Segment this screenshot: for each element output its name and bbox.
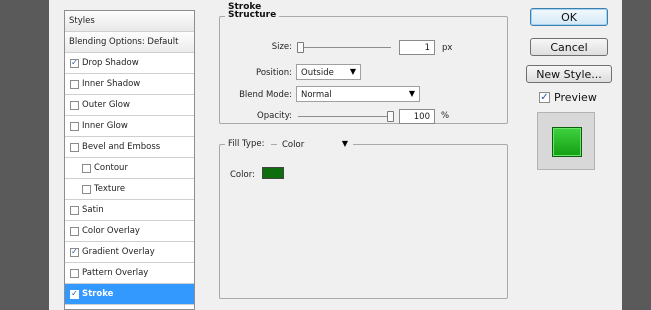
list-item-label: Bevel and Emboss	[82, 142, 161, 152]
gradient-overlay-checkbox[interactable]: ✓	[70, 247, 79, 257]
stroke-checkbox[interactable]: ✓	[70, 289, 79, 299]
list-item-contour[interactable]: Contour	[65, 158, 194, 179]
opacity-unit: %	[441, 111, 450, 121]
list-item-label: Texture	[94, 184, 126, 194]
chevron-down-icon: ▼	[408, 89, 415, 98]
list-item-color-overlay[interactable]: Color Overlay	[65, 221, 194, 242]
outer-glow-checkbox[interactable]	[70, 100, 79, 110]
preview-thumbnail	[537, 112, 595, 170]
list-item-label: Gradient Overlay	[82, 247, 155, 257]
color-label: Color:	[230, 170, 255, 180]
list-item-label: Stroke	[82, 289, 114, 299]
position-label: Position:	[256, 68, 292, 78]
preview-swatch	[552, 127, 582, 157]
inner-glow-checkbox[interactable]	[70, 121, 79, 131]
list-item-satin[interactable]: Satin	[65, 200, 194, 221]
size-label: Size:	[271, 42, 292, 52]
styles-list: Styles Blending Options: Default ✓ Drop …	[64, 10, 195, 310]
fill-type-dropdown-value: Color	[282, 140, 305, 150]
list-item-drop-shadow[interactable]: ✓ Drop Shadow	[65, 53, 194, 74]
list-item-label: Inner Glow	[82, 121, 128, 131]
list-item-bevel-emboss[interactable]: Bevel and Emboss	[65, 137, 194, 158]
opacity-label: Opacity:	[257, 111, 292, 121]
satin-checkbox[interactable]	[70, 205, 79, 215]
list-item-label: Satin	[82, 205, 104, 215]
fill-type-label: Fill Type:	[225, 139, 271, 149]
list-item-label: Color Overlay	[82, 226, 140, 236]
list-item-gradient-overlay[interactable]: ✓ Gradient Overlay	[65, 242, 194, 263]
layer-style-dialog: Styles Blending Options: Default ✓ Drop …	[49, 0, 622, 310]
position-dropdown-value: Outside	[301, 68, 334, 78]
opacity-slider-track[interactable]	[298, 116, 391, 117]
list-item-inner-shadow[interactable]: Inner Shadow	[65, 74, 194, 95]
stroke-color-swatch[interactable]	[262, 167, 284, 179]
opacity-input[interactable]: 100	[399, 109, 435, 124]
list-item-label: Contour	[94, 163, 128, 173]
inner-shadow-checkbox[interactable]	[70, 79, 79, 89]
list-item-label: Blending Options: Default	[69, 37, 179, 47]
size-input[interactable]: 1	[399, 40, 435, 55]
new-style-button[interactable]: New Style...	[526, 65, 612, 83]
list-item-inner-glow[interactable]: Inner Glow	[65, 116, 194, 137]
list-item-label: Drop Shadow	[82, 58, 139, 68]
cancel-button[interactable]: Cancel	[530, 38, 608, 56]
preview-toggle[interactable]: ✓ Preview	[539, 91, 597, 104]
contour-checkbox[interactable]	[82, 163, 91, 173]
list-item-stroke[interactable]: ✓ Stroke	[65, 284, 194, 305]
pattern-overlay-checkbox[interactable]	[70, 268, 79, 278]
ok-button[interactable]: OK	[530, 8, 608, 26]
styles-header[interactable]: Styles	[65, 11, 194, 32]
list-item-label: Outer Glow	[82, 100, 130, 110]
blend-mode-dropdown-value: Normal	[301, 90, 332, 100]
opacity-slider-thumb[interactable]	[387, 111, 394, 122]
list-item-texture[interactable]: Texture	[65, 179, 194, 200]
drop-shadow-checkbox[interactable]: ✓	[70, 58, 79, 68]
list-item-pattern-overlay[interactable]: Pattern Overlay	[65, 263, 194, 284]
color-overlay-checkbox[interactable]	[70, 226, 79, 236]
size-slider-track[interactable]	[298, 47, 391, 48]
structure-legend: Structure	[225, 10, 280, 20]
list-item-label: Inner Shadow	[82, 79, 141, 89]
blend-mode-label: Blend Mode:	[239, 90, 292, 100]
list-item-blending-options[interactable]: Blending Options: Default	[65, 32, 194, 53]
preview-label: Preview	[554, 91, 597, 104]
preview-checkbox[interactable]: ✓	[539, 92, 550, 103]
list-item-label: Pattern Overlay	[82, 268, 149, 278]
position-dropdown[interactable]: Outside ▼	[296, 64, 361, 80]
bevel-emboss-checkbox[interactable]	[70, 142, 79, 152]
chevron-down-icon: ▼	[341, 139, 348, 148]
list-item-outer-glow[interactable]: Outer Glow	[65, 95, 194, 116]
blend-mode-dropdown[interactable]: Normal ▼	[296, 86, 420, 102]
size-slider-thumb[interactable]	[297, 42, 304, 53]
chevron-down-icon: ▼	[349, 67, 356, 76]
size-unit: px	[442, 43, 453, 53]
texture-checkbox[interactable]	[82, 184, 91, 194]
fill-type-dropdown[interactable]: Color ▼	[277, 136, 353, 152]
styles-header-label: Styles	[69, 16, 95, 26]
